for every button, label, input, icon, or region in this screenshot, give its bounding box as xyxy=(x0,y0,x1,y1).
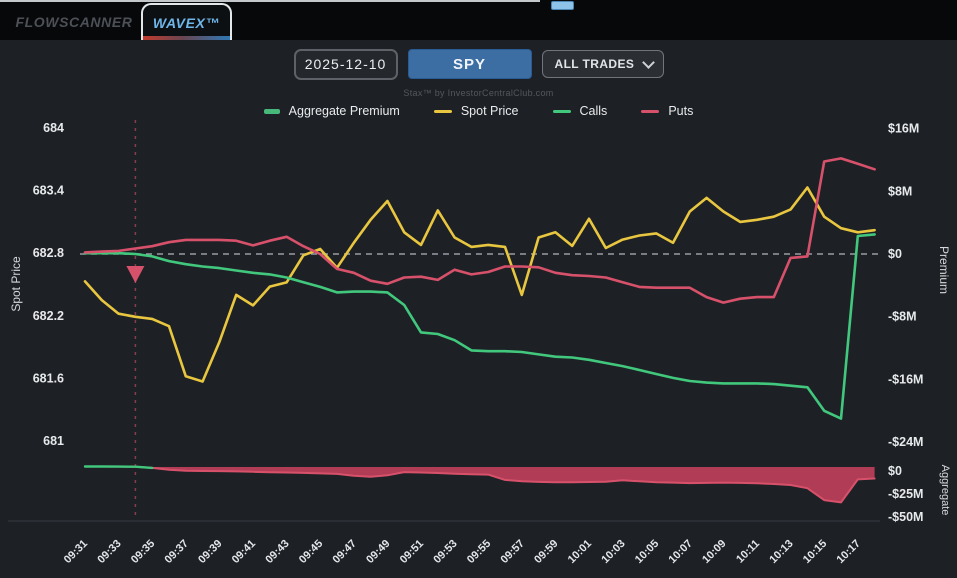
svg-text:09:31: 09:31 xyxy=(62,538,90,566)
svg-text:10:01: 10:01 xyxy=(566,538,594,566)
svg-text:09:57: 09:57 xyxy=(499,538,527,566)
svg-text:09:35: 09:35 xyxy=(129,538,157,566)
trades-filter-value: ALL TRADES xyxy=(554,57,635,71)
svg-text:09:49: 09:49 xyxy=(364,538,392,566)
svg-text:-$24M: -$24M xyxy=(888,435,923,449)
svg-text:09:45: 09:45 xyxy=(297,538,325,566)
svg-text:-$16M: -$16M xyxy=(888,372,923,386)
svg-text:10:11: 10:11 xyxy=(734,538,762,566)
svg-text:10:13: 10:13 xyxy=(767,538,795,566)
svg-text:09:37: 09:37 xyxy=(163,538,191,566)
svg-text:682.8: 682.8 xyxy=(33,246,64,260)
svg-text:09:43: 09:43 xyxy=(263,538,291,566)
flow-premium-chart[interactable]: 684 683.4 682.8 682.2 681.6 681 $16M $8M $0 -$8M -… xyxy=(0,108,957,578)
svg-text:$0: $0 xyxy=(888,247,902,261)
svg-text:09:33: 09:33 xyxy=(95,538,123,566)
watermark: Stax™ by InvestorCentralClub.com xyxy=(403,88,554,98)
svg-text:-$50M: -$50M xyxy=(888,510,923,524)
tab-wavex[interactable]: WAVEX™ xyxy=(141,3,232,40)
svg-text:$16M: $16M xyxy=(888,122,919,136)
chevron-down-icon xyxy=(641,55,655,69)
svg-text:682.2: 682.2 xyxy=(33,309,64,323)
svg-text:09:39: 09:39 xyxy=(196,538,224,566)
svg-text:09:51: 09:51 xyxy=(398,538,426,566)
ticker-button[interactable]: SPY xyxy=(407,49,532,79)
top-edge-highlight xyxy=(0,0,540,2)
svg-text:10:05: 10:05 xyxy=(633,538,661,566)
svg-text:10:15: 10:15 xyxy=(801,538,829,566)
trades-filter-select[interactable]: ALL TRADES xyxy=(541,50,664,78)
svg-text:683.4: 683.4 xyxy=(33,184,64,198)
svg-text:09:59: 09:59 xyxy=(532,538,560,566)
svg-text:-$8M: -$8M xyxy=(888,310,916,324)
svg-text:684: 684 xyxy=(43,121,64,135)
tab-wavex-label: WAVEX™ xyxy=(152,14,221,31)
svg-text:Spot Price: Spot Price xyxy=(9,256,23,312)
svg-text:681.6: 681.6 xyxy=(33,371,64,385)
svg-text:$8M: $8M xyxy=(888,184,912,198)
date-input[interactable]: 2025-12-10 xyxy=(293,48,398,80)
tab-flowscanner[interactable]: FLOWSCANNER xyxy=(10,3,138,40)
svg-text:-$25M: -$25M xyxy=(888,487,923,501)
svg-text:09:41: 09:41 xyxy=(230,538,258,566)
svg-text:10:07: 10:07 xyxy=(667,538,695,566)
tab-active-underline xyxy=(143,36,230,40)
svg-text:681: 681 xyxy=(43,434,64,448)
tab-flowscanner-label: FLOWSCANNER xyxy=(15,13,133,30)
svg-text:10:17: 10:17 xyxy=(835,538,863,566)
svg-text:09:53: 09:53 xyxy=(431,538,459,566)
app-root: FLOWSCANNER WAVEX™ 2025-12-10 SPY ALL TR… xyxy=(0,0,957,578)
svg-text:Aggregate: Aggregate xyxy=(939,465,951,516)
svg-text:09:55: 09:55 xyxy=(465,538,493,566)
top-blue-chip xyxy=(551,1,574,10)
svg-text:10:03: 10:03 xyxy=(599,538,627,566)
svg-text:$0: $0 xyxy=(888,464,902,478)
controls-row: 2025-12-10 SPY ALL TRADES xyxy=(0,48,957,80)
tab-bar: FLOWSCANNER WAVEX™ xyxy=(0,0,957,40)
svg-text:09:47: 09:47 xyxy=(331,538,359,566)
svg-text:10:09: 10:09 xyxy=(700,538,728,566)
svg-text:Premium: Premium xyxy=(937,246,951,294)
